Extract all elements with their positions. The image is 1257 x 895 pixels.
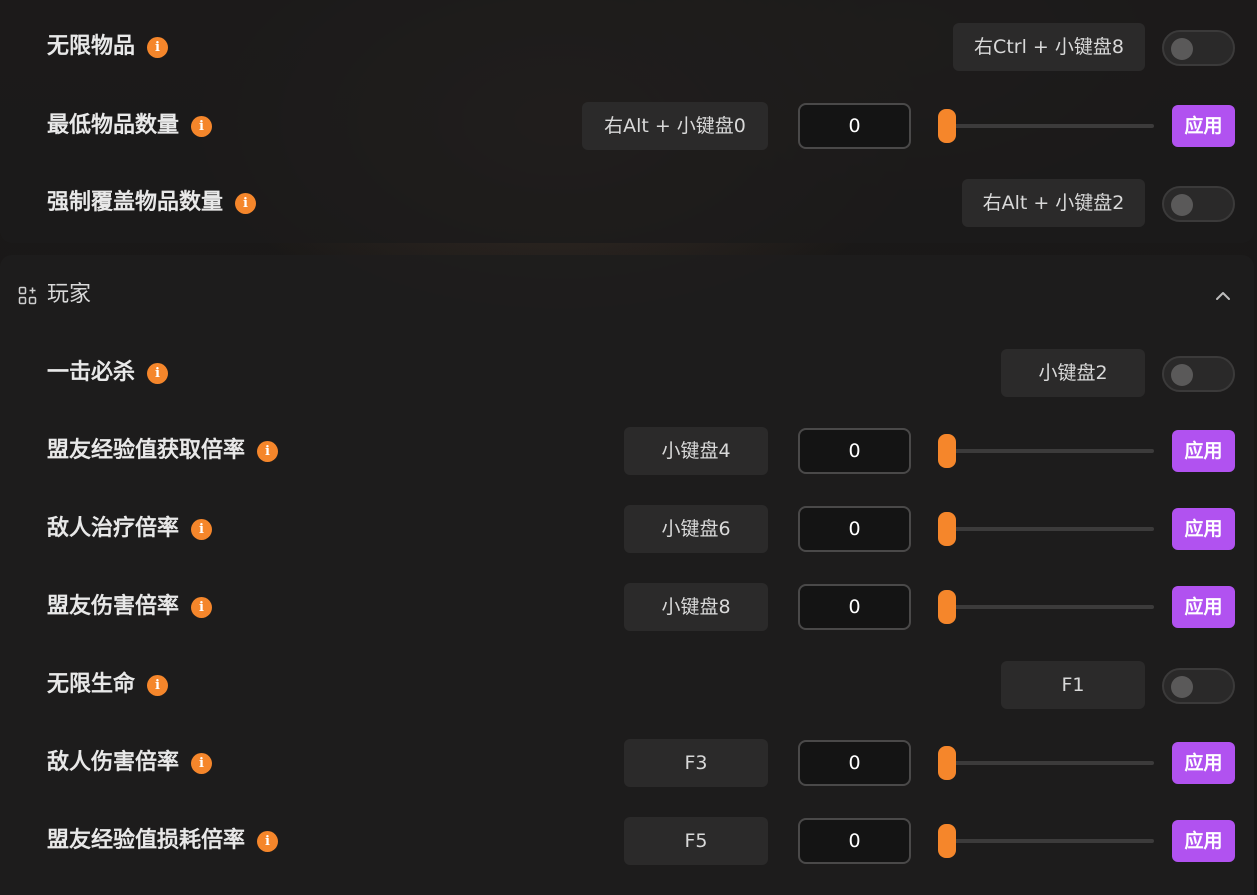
info-icon[interactable]: i (257, 440, 279, 462)
hotkey-button[interactable]: 右Ctrl + 小键盘8 (953, 23, 1145, 71)
hotkey-button[interactable]: F1 (1001, 661, 1145, 709)
slider-thumb[interactable] (938, 746, 956, 780)
value-input[interactable]: 0 (798, 428, 911, 474)
setting-row-force-override-count: 强制覆盖物品数量 i 右Alt + 小键盘2 (0, 173, 1254, 233)
slider-track (938, 605, 1154, 609)
hotkey-button[interactable]: 小键盘4 (624, 427, 768, 475)
value-slider[interactable] (938, 499, 1154, 559)
info-icon[interactable]: i (191, 115, 213, 137)
slider-thumb[interactable] (938, 512, 956, 546)
setting-row-enemy-heal-rate: 敌人治疗倍率 i 小键盘6 0 应用 (0, 499, 1254, 559)
apply-button[interactable]: 应用 (1172, 508, 1235, 550)
toggle-knob (1171, 364, 1193, 386)
info-icon[interactable]: i (235, 192, 257, 214)
value-slider[interactable] (938, 811, 1154, 871)
value-input[interactable]: 0 (798, 584, 911, 630)
info-icon[interactable]: i (191, 752, 213, 774)
value-input[interactable]: 0 (798, 740, 911, 786)
slider-track (938, 527, 1154, 531)
value-input[interactable]: 0 (798, 103, 911, 149)
toggle-switch[interactable] (1162, 186, 1235, 222)
apply-button[interactable]: 应用 (1172, 430, 1235, 472)
toggle-switch[interactable] (1162, 30, 1235, 66)
setting-row-infinite-items: 无限物品 i 右Ctrl + 小键盘8 (0, 17, 1254, 77)
setting-label: 无限物品 i (47, 17, 169, 77)
setting-label: 强制覆盖物品数量 i (47, 173, 257, 233)
value-slider[interactable] (938, 733, 1154, 793)
apply-button[interactable]: 应用 (1172, 105, 1235, 147)
value-input[interactable]: 0 (798, 818, 911, 864)
info-icon[interactable]: i (147, 674, 169, 696)
apply-button[interactable]: 应用 (1172, 820, 1235, 862)
toggle-knob (1171, 676, 1193, 698)
apply-button[interactable]: 应用 (1172, 742, 1235, 784)
toggle-knob (1171, 38, 1193, 60)
slider-track (938, 124, 1154, 128)
info-icon[interactable]: i (191, 518, 213, 540)
toggle-switch[interactable] (1162, 356, 1235, 392)
player-panel: 玩家 一击必杀 i 小键盘2 盟友经验值获取倍率 i 小键盘4 0 应用 敌人治… (0, 255, 1254, 895)
section-title: 玩家 (47, 282, 92, 307)
setting-row-infinite-health: 无限生命 i F1 (0, 655, 1254, 715)
value-slider[interactable] (938, 421, 1154, 481)
slider-thumb[interactable] (938, 590, 956, 624)
setting-label: 敌人治疗倍率 i (47, 499, 213, 559)
hotkey-button[interactable]: 小键盘6 (624, 505, 768, 553)
slider-thumb[interactable] (938, 824, 956, 858)
slider-track (938, 839, 1154, 843)
value-input[interactable]: 0 (798, 506, 911, 552)
hotkey-button[interactable]: F3 (624, 739, 768, 787)
setting-label: 敌人伤害倍率 i (47, 733, 213, 793)
slider-track (938, 449, 1154, 453)
setting-row-enemy-damage-rate: 敌人伤害倍率 i F3 0 应用 (0, 733, 1254, 793)
info-icon[interactable]: i (257, 830, 279, 852)
setting-label: 无限生命 i (47, 655, 169, 715)
chevron-up-icon[interactable] (1212, 285, 1234, 307)
setting-label: 盟友伤害倍率 i (47, 577, 213, 637)
setting-label: 盟友经验值损耗倍率 i (47, 811, 279, 871)
toggle-switch[interactable] (1162, 668, 1235, 704)
info-icon[interactable]: i (147, 36, 169, 58)
grid-add-icon (18, 286, 37, 305)
hotkey-button[interactable]: 小键盘2 (1001, 349, 1145, 397)
items-panel: 无限物品 i 右Ctrl + 小键盘8 最低物品数量 i 右Alt + 小键盘0… (0, 0, 1254, 243)
value-slider[interactable] (938, 96, 1154, 156)
value-slider[interactable] (938, 577, 1154, 637)
setting-row-ally-damage-rate: 盟友伤害倍率 i 小键盘8 0 应用 (0, 577, 1254, 637)
slider-thumb[interactable] (938, 109, 956, 143)
toggle-knob (1171, 194, 1193, 216)
section-header-player[interactable]: 玩家 (0, 255, 1254, 335)
setting-label: 盟友经验值获取倍率 i (47, 421, 279, 481)
setting-label: 最低物品数量 i (47, 96, 213, 156)
hotkey-button[interactable]: 右Alt + 小键盘2 (962, 179, 1145, 227)
slider-thumb[interactable] (938, 434, 956, 468)
setting-row-min-item-count: 最低物品数量 i 右Alt + 小键盘0 0 应用 (0, 96, 1254, 156)
slider-track (938, 761, 1154, 765)
setting-label: 一击必杀 i (47, 343, 169, 403)
setting-row-ally-exp-loss: 盟友经验值损耗倍率 i F5 0 应用 (0, 811, 1254, 871)
hotkey-button[interactable]: F5 (624, 817, 768, 865)
info-icon[interactable]: i (191, 596, 213, 618)
hotkey-button[interactable]: 小键盘8 (624, 583, 768, 631)
setting-row-ally-exp-gain: 盟友经验值获取倍率 i 小键盘4 0 应用 (0, 421, 1254, 481)
apply-button[interactable]: 应用 (1172, 586, 1235, 628)
info-icon[interactable]: i (147, 362, 169, 384)
setting-row-one-hit-kill: 一击必杀 i 小键盘2 (0, 343, 1254, 403)
hotkey-button[interactable]: 右Alt + 小键盘0 (582, 102, 768, 150)
